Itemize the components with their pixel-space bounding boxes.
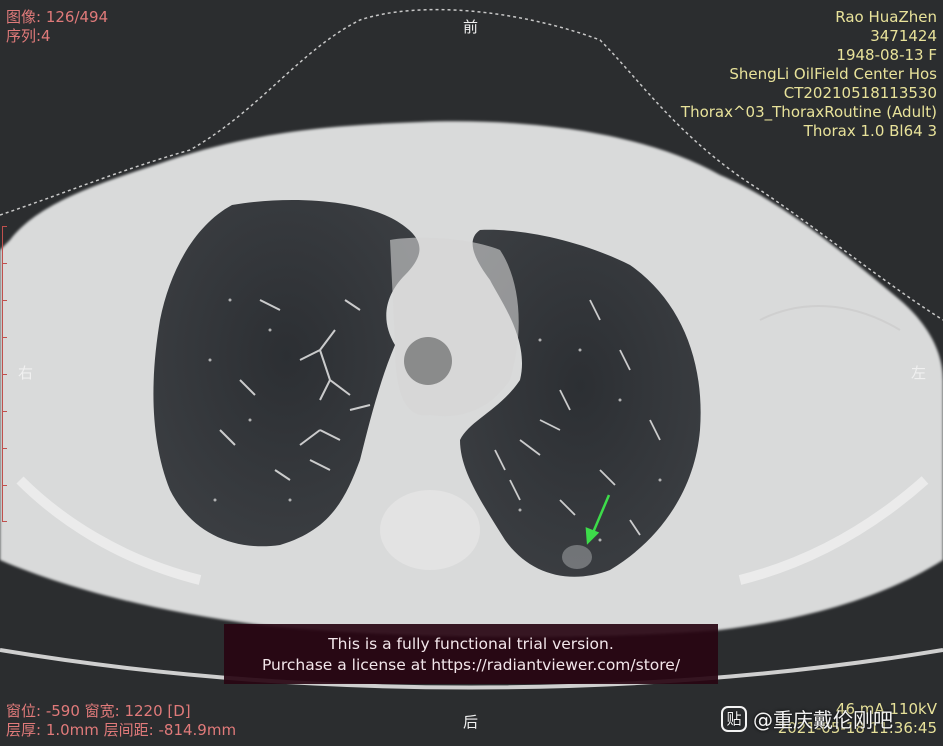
trial-line: This is a fully functional trial version… <box>328 635 614 653</box>
study-id: CT20210518113530 <box>783 84 937 102</box>
ground-glass-nodule <box>562 545 592 569</box>
orientation-right: 左 <box>911 364 927 382</box>
patient-id: 3471424 <box>870 27 937 45</box>
window-level: 窗位: -590 窗宽: 1220 [D] <box>6 702 191 720</box>
trial-banner[interactable]: This is a fully functional trial version… <box>224 624 718 684</box>
scale-ruler <box>2 226 9 522</box>
overlay-top-left: 图像: 126/494 序列:4 <box>6 8 108 46</box>
protocol: Thorax^03_ThoraxRoutine (Adult) <box>680 103 937 121</box>
slice-thickness: 层厚: 1.0mm 层间距: -814.9mm <box>6 721 237 739</box>
watermark-text: @重庆戴伦刚吧 <box>753 708 893 732</box>
trial-license-link[interactable]: Purchase a license at https://radiantvie… <box>224 655 718 676</box>
watermark: 贴 @重庆戴伦刚吧 <box>721 704 893 733</box>
orientation-top: 前 <box>463 18 479 36</box>
series-number: 序列:4 <box>6 27 51 45</box>
overlay-top-right: Rao HuaZhen 3471424 1948-08-13 F ShengLi… <box>681 8 937 141</box>
patient-birthdate-sex: 1948-08-13 F <box>836 46 937 64</box>
series-description: Thorax 1.0 Bl64 3 <box>803 122 937 140</box>
overlay-bottom-left: 窗位: -590 窗宽: 1220 [D] 层厚: 1.0mm 层间距: -81… <box>6 702 236 740</box>
orientation-left: 右 <box>18 364 34 382</box>
tieba-logo-icon: 贴 <box>721 705 747 732</box>
institution: ShengLi OilField Center Hos <box>729 65 937 83</box>
image-index: 图像: 126/494 <box>6 8 109 26</box>
image-viewport[interactable]: 图像: 126/494 序列:4 Rao HuaZhen 3471424 194… <box>0 0 943 746</box>
patient-name: Rao HuaZhen <box>835 8 937 26</box>
vertebra <box>380 490 480 570</box>
orientation-bottom: 后 <box>463 713 479 731</box>
